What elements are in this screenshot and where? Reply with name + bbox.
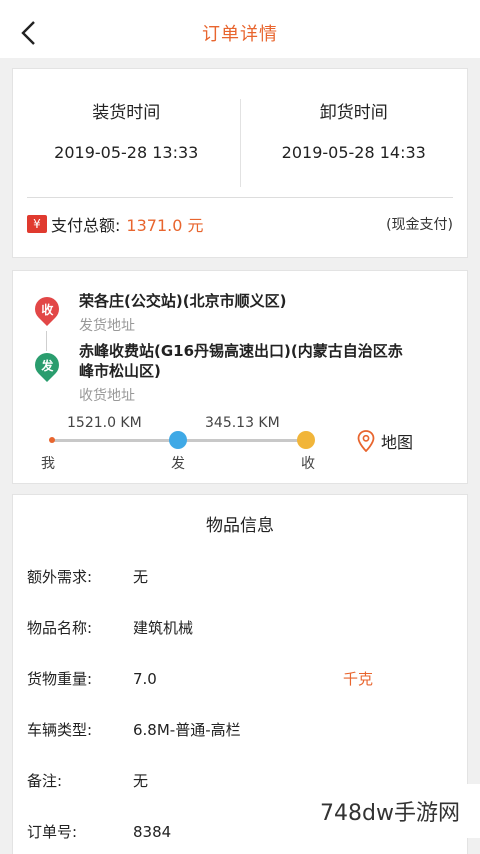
goods-section-title: 物品信息	[206, 516, 274, 536]
info-label: 额外需求:	[27, 568, 93, 586]
route-card: 收 发 荣各庄(公交站)(北京市顺义区) 发货地址 赤峰收费站(G16丹锡高速出…	[12, 270, 468, 484]
payment-row: ¥ 支付总额: 1371.0 元 (现金支付)	[13, 198, 467, 250]
node-receive: 收	[301, 456, 315, 472]
destination-name: 赤峰收费站(G16丹锡高速出口)(内蒙古自治区赤峰市松山区)	[79, 342, 403, 380]
info-label: 货物重量:	[27, 670, 93, 688]
info-label: 订单号:	[27, 823, 78, 841]
map-label: 地图	[381, 433, 414, 452]
info-value: 7.0	[133, 669, 157, 688]
location-pin-icon	[357, 430, 375, 452]
time-payment-card: 装货时间 2019-05-28 13:33 卸货时间 2019-05-28 14…	[12, 68, 468, 258]
status-bar	[0, 0, 480, 8]
destination-pin-icon: 发	[30, 348, 64, 382]
info-row-extra: 额外需求: 无	[13, 551, 467, 602]
info-label: 车辆类型:	[27, 721, 93, 739]
node-me: 我	[41, 456, 55, 472]
load-time-value: 2019-05-28 13:33	[54, 143, 199, 162]
page-title: 订单详情	[202, 24, 278, 45]
route-connector	[46, 331, 47, 351]
weight-unit: 千克	[343, 670, 374, 688]
load-time: 装货时间 2019-05-28 13:33	[13, 69, 240, 197]
node-send: 发	[171, 456, 185, 472]
payment-amount: 1371.0 元	[126, 216, 204, 235]
info-label: 物品名称:	[27, 619, 93, 637]
info-row-vehicle: 车辆类型: 6.8M-普通-高栏	[13, 704, 467, 755]
origin-address: 荣各庄(公交站)(北京市顺义区) 发货地址	[79, 291, 409, 335]
chevron-left-icon	[21, 21, 35, 45]
destination-sub: 收货地址	[79, 388, 135, 404]
payment-method: (现金支付)	[386, 217, 453, 233]
my-location-dot	[49, 437, 55, 443]
info-row-weight: 货物重量: 7.0 千克	[13, 653, 467, 704]
info-label: 备注:	[27, 772, 63, 790]
load-time-label: 装货时间	[92, 103, 161, 123]
send-point-dot	[169, 431, 187, 449]
time-row: 装货时间 2019-05-28 13:33 卸货时间 2019-05-28 14…	[13, 69, 467, 197]
info-value: 建筑机械	[133, 619, 194, 637]
watermark: 748dw手游网	[300, 784, 480, 838]
back-button[interactable]	[14, 18, 44, 48]
origin-sub: 发货地址	[79, 318, 135, 334]
nav-bar: 订单详情	[0, 8, 480, 58]
distance-to-receive: 345.13 KM	[205, 415, 280, 431]
route-progress: 1521.0 KM 345.13 KM 我 发 收 地图	[33, 411, 473, 472]
route-segment	[179, 439, 307, 442]
payment-label: 支付总额:	[51, 216, 121, 235]
info-value: 6.8M-普通-高栏	[133, 721, 241, 739]
origin-name: 荣各庄(公交站)(北京市顺义区)	[79, 292, 287, 310]
destination-address: 赤峰收费站(G16丹锡高速出口)(内蒙古自治区赤峰市松山区) 收货地址	[79, 341, 409, 405]
distance-to-send: 1521.0 KM	[67, 415, 142, 431]
info-row-name: 物品名称: 建筑机械	[13, 602, 467, 653]
map-button[interactable]: 地图	[357, 429, 413, 453]
unload-time-value: 2019-05-28 14:33	[281, 143, 426, 162]
unload-time-label: 卸货时间	[319, 103, 388, 123]
origin-pin-icon: 收	[30, 292, 64, 326]
yen-icon: ¥	[27, 215, 47, 233]
unload-time: 卸货时间 2019-05-28 14:33	[241, 69, 468, 197]
info-value: 无	[133, 568, 149, 586]
route-segment	[53, 439, 179, 442]
receive-point-dot	[297, 431, 315, 449]
